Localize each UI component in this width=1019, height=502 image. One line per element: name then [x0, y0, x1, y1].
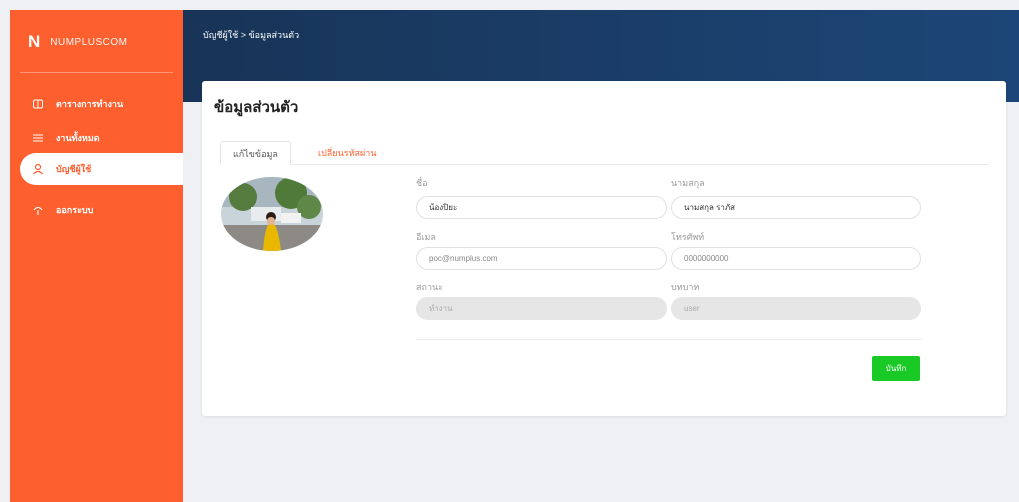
sidebar-item-account[interactable]: บัญชีผู้ใช้ — [20, 153, 183, 185]
save-button[interactable]: บันทึก — [872, 356, 920, 381]
phone-label: โทรศัพท์ — [671, 232, 705, 242]
profile-card: ข้อมูลส่วนตัว แก้ไขข้อมูล เปลี่ยนรหัสผ่า… — [202, 81, 1006, 416]
brand[interactable]: N NUMPLUSCOM — [28, 32, 128, 52]
email-label: อีเมล — [416, 232, 436, 242]
form-divider — [416, 339, 922, 340]
sidebar-divider — [20, 72, 173, 73]
logout-icon — [32, 204, 44, 216]
list-icon — [32, 132, 44, 144]
first-name-field[interactable]: น้องปิยะ — [416, 196, 667, 219]
sidebar-item-label: ตารางการทำงาน — [56, 99, 124, 109]
phone-field[interactable]: 0000000000 — [671, 247, 921, 270]
tab-bar: แก้ไขข้อมูล เปลี่ยนรหัสผ่าน — [220, 141, 988, 165]
sidebar-item-label: งานทั้งหมด — [56, 133, 100, 143]
sidebar-item-label: ออกระบบ — [56, 205, 94, 215]
user-icon — [32, 163, 44, 175]
sidebar-item-label: บัญชีผู้ใช้ — [56, 164, 92, 174]
status-label: สถานะ — [416, 282, 443, 292]
box-icon — [32, 98, 44, 110]
email-field[interactable]: poc@numplus.com — [416, 247, 667, 270]
last-name-field[interactable]: นามสกุล ราภัส — [671, 196, 921, 219]
sidebar: N NUMPLUSCOM ตารางการทำงาน งานทั้งหมด บั… — [10, 10, 183, 502]
last-name-label: นามสกุล — [671, 178, 705, 188]
sidebar-item-logout[interactable]: ออกระบบ — [20, 194, 183, 226]
page-title: ข้อมูลส่วนตัว — [214, 99, 299, 116]
sidebar-item-schedule[interactable]: ตารางการทำงาน — [20, 88, 183, 120]
role-field: user — [671, 297, 921, 320]
avatar[interactable] — [221, 177, 323, 251]
tab-edit-profile[interactable]: แก้ไขข้อมูล — [220, 141, 291, 165]
brand-name: NUMPLUSCOM — [50, 36, 128, 48]
status-field: ทำงาน — [416, 297, 667, 320]
role-label: บทบาท — [671, 282, 700, 292]
first-name-label: ชื่อ — [416, 178, 428, 188]
tab-change-password[interactable]: เปลี่ยนรหัสผ่าน — [306, 141, 388, 165]
breadcrumb[interactable]: บัญชีผู้ใช้ > ข้อมูลส่วนตัว — [203, 28, 299, 42]
brand-logo: N — [28, 32, 41, 51]
sidebar-item-all-tasks[interactable]: งานทั้งหมด — [20, 122, 183, 154]
